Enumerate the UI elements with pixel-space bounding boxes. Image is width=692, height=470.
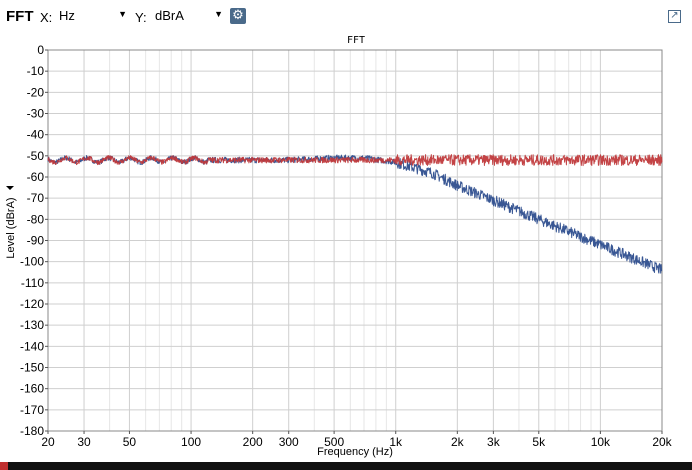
y-tick-label: -10: [27, 64, 45, 78]
series-line-1: [47, 154, 663, 274]
y-tick-label: -100: [20, 255, 44, 269]
y-tick-label: -70: [27, 191, 45, 205]
y-tick-label: -150: [20, 361, 44, 375]
x-tick-label: 5k: [532, 435, 546, 449]
y-axis-marker-icon: [6, 186, 14, 190]
x-axis-title: Frequency (Hz): [317, 446, 393, 458]
y-tick-label: -120: [20, 297, 44, 311]
y-axis-title: Level (dBrA): [5, 197, 17, 258]
x-tick-label: 3k: [487, 435, 501, 449]
y-tick-label: -110: [21, 276, 44, 290]
y-tick-label: -80: [27, 212, 45, 226]
y-tick-label: -60: [27, 170, 45, 184]
y-tick-label: -160: [20, 382, 44, 396]
fft-chart: FFT 20 30 50 100 200 300 500 1k 2k 3k 5k 10k 20k 0-1…: [5, 35, 673, 458]
x-tick-label: 20k: [652, 435, 672, 449]
y-tick-label: -30: [27, 107, 45, 121]
y-tick-label: -20: [27, 85, 45, 99]
bottom-bar: [0, 462, 692, 470]
x-tick-label: 30: [77, 435, 91, 449]
y-tick-label: -180: [20, 424, 44, 438]
series-layer: [47, 154, 663, 274]
y-tick-label: -50: [27, 149, 45, 163]
y-tick-label: 0: [37, 43, 44, 57]
status-indicator: [0, 462, 8, 470]
y-tick-label: -130: [20, 318, 44, 332]
y-ticks: 0 -10 -20 -30 -40 -50 -60 -70 -80 -90 -100 -110 -120…: [20, 43, 48, 438]
y-tick-label: -90: [27, 234, 45, 248]
y-tick-label: -40: [27, 128, 45, 142]
x-tick-label: 200: [243, 435, 263, 449]
x-tick-label: 2k: [451, 435, 465, 449]
x-tick-label: 10k: [591, 435, 611, 449]
grid-major: [47, 49, 663, 432]
x-tick-label: 50: [123, 435, 137, 449]
chart-title: FFT: [347, 35, 365, 46]
y-tick-label: -140: [20, 339, 44, 353]
y-tick-label: -170: [20, 403, 44, 417]
x-tick-label: 300: [279, 435, 299, 449]
x-tick-label: 100: [181, 435, 201, 449]
